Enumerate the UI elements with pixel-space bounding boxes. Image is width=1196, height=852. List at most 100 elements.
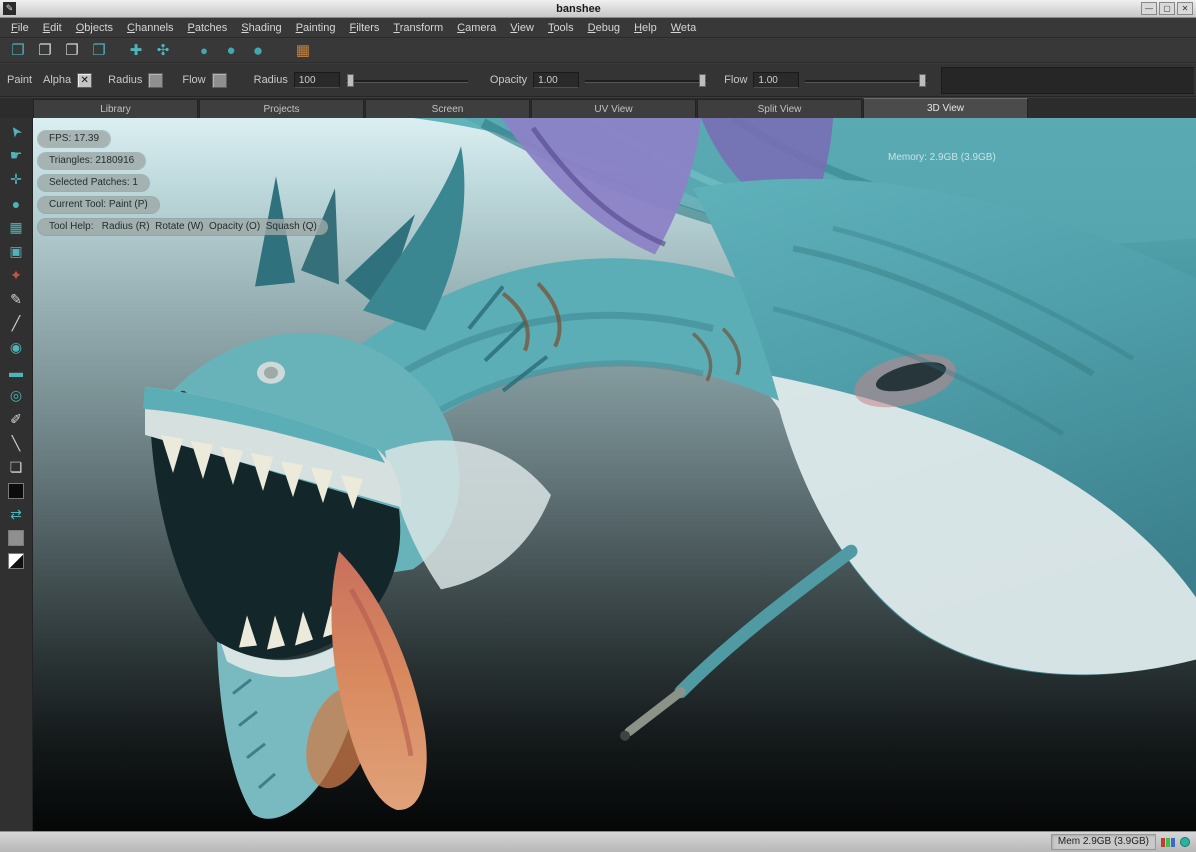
tab-library[interactable]: Library — [33, 99, 198, 118]
brush-preset-3-icon[interactable]: ● — [248, 41, 268, 61]
swap-colors-icon-glyph: ⇄ — [10, 506, 22, 523]
radius-input[interactable] — [294, 72, 340, 88]
rect-brush-tool-icon[interactable]: ▬ — [4, 360, 28, 383]
save-project-icon[interactable]: ❐ — [62, 41, 82, 61]
background-color-swatch[interactable] — [8, 530, 24, 546]
radius-slider-handle[interactable] — [347, 74, 354, 87]
active-tool-label: Paint — [0, 74, 37, 86]
menu-patches[interactable]: Patches — [181, 20, 235, 36]
hud-tool-help: Tool Help: Radius (R) Rotate (W) Opacity… — [38, 219, 328, 235]
patch-select-tool-icon[interactable]: ▣ — [4, 240, 28, 263]
pencil-tool-icon[interactable]: ✎ — [4, 288, 28, 311]
menu-filters[interactable]: Filters — [342, 20, 386, 36]
menu-help[interactable]: Help — [627, 20, 664, 36]
menu-shading[interactable]: Shading — [234, 20, 288, 36]
paintbar-filler — [941, 67, 1194, 94]
tab-projects[interactable]: Projects — [199, 99, 364, 118]
hud-triangles: Triangles: 2180916 — [38, 153, 145, 169]
status-indicator-dot — [1180, 837, 1190, 847]
flow-slider[interactable] — [805, 74, 927, 87]
hud-selected-patches: Selected Patches: 1 — [38, 175, 149, 191]
line-tool-icon-glyph: ╱ — [12, 315, 20, 332]
radius-stylus-toggle[interactable] — [148, 73, 163, 88]
tab-uv-view[interactable]: UV View — [531, 99, 696, 118]
radius-label: Radius — [254, 74, 288, 86]
pan-tool-icon-glyph: ☛ — [10, 147, 23, 164]
pin-tool-icon-glyph: ✦ — [10, 267, 22, 284]
menubar: FileEditObjectsChannelsPatchesShadingPai… — [0, 18, 1196, 38]
ring-brush-tool-icon[interactable]: ◎ — [4, 384, 28, 407]
opacity-slider-handle[interactable] — [699, 74, 706, 87]
tab-split-view[interactable]: Split View — [697, 99, 862, 118]
menu-painting[interactable]: Painting — [289, 20, 343, 36]
menu-tools[interactable]: Tools — [541, 20, 581, 36]
eyedropper-tool-icon[interactable]: ✐ — [4, 408, 28, 431]
hud-current-tool: Current Tool: Paint (P) — [38, 197, 159, 213]
patch-select-tool-icon-glyph: ▣ — [9, 243, 22, 260]
flow-label: Flow — [724, 74, 747, 86]
menu-file[interactable]: File — [4, 20, 36, 36]
swap-colors-icon[interactable]: ⇄ — [4, 503, 28, 526]
opacity-slider[interactable] — [585, 74, 707, 87]
pencil-tool-icon-glyph: ✎ — [10, 291, 22, 308]
alpha-check-mark: ✕ — [80, 75, 88, 86]
menu-weta[interactable]: Weta — [664, 20, 703, 36]
pose-rig-icon[interactable]: ✣ — [153, 41, 173, 61]
import-image-icon[interactable]: ❐ — [89, 41, 109, 61]
view-tabbar: LibraryProjectsScreenUV ViewSplit View3D… — [0, 98, 1196, 118]
titlebar[interactable]: ✎ banshee — ▢ ✕ — [0, 0, 1196, 18]
plug-node-icon[interactable]: ✚ — [126, 41, 146, 61]
dot-brush-tool-icon-glyph: ◉ — [10, 339, 22, 356]
move-tool-icon[interactable]: ✛ — [4, 168, 28, 191]
measure-tool-icon[interactable]: ╲ — [4, 432, 28, 455]
new-project-icon[interactable]: ❐ — [8, 41, 28, 61]
dot-brush-tool-icon[interactable]: ◉ — [4, 336, 28, 359]
grid-warp-tool-icon[interactable]: ▦ — [4, 216, 28, 239]
menu-objects[interactable]: Objects — [69, 20, 120, 36]
application-window: ✎ banshee — ▢ ✕ FileEditObjectsChannelsP… — [0, 0, 1196, 852]
brush-preset-1-icon[interactable]: ● — [194, 41, 214, 61]
tab-3d-view[interactable]: 3D View — [863, 98, 1028, 118]
maximize-button[interactable]: ▢ — [1159, 2, 1175, 15]
pin-tool-icon[interactable]: ✦ — [4, 264, 28, 287]
menu-edit[interactable]: Edit — [36, 20, 69, 36]
transform-tool-icon[interactable]: ❏ — [4, 456, 28, 479]
menu-transform[interactable]: Transform — [386, 20, 450, 36]
radius-slider[interactable] — [346, 74, 468, 87]
alpha-checkbox[interactable]: ✕ — [77, 73, 92, 88]
paint-drop-tool-icon[interactable]: ● — [4, 192, 28, 215]
statusbar: Mem 2.9GB (3.9GB) — [0, 831, 1196, 852]
viewport-3d[interactable]: FPS: 17.39Triangles: 2180916Selected Pat… — [33, 118, 1196, 831]
menu-view[interactable]: View — [503, 20, 541, 36]
line-tool-icon[interactable]: ╱ — [4, 312, 28, 335]
brush-preset-2-icon[interactable]: ● — [221, 41, 241, 61]
opacity-input[interactable] — [533, 72, 579, 88]
fg-bg-color-swatch[interactable] — [8, 553, 24, 569]
grid-warp-tool-icon-glyph: ▦ — [9, 219, 22, 236]
flow-slider-handle[interactable] — [919, 74, 926, 87]
open-project-icon[interactable]: ❐ — [35, 41, 55, 61]
flow-input[interactable] — [753, 72, 799, 88]
rgb-channels-icon[interactable] — [1161, 838, 1175, 847]
eyedropper-tool-icon-glyph: ✐ — [10, 411, 22, 428]
viewport-hud: FPS: 17.39Triangles: 2180916Selected Pat… — [38, 131, 328, 235]
measure-tool-icon-glyph: ╲ — [12, 435, 20, 452]
window-controls: — ▢ ✕ — [1141, 2, 1193, 15]
memory-status: Mem 2.9GB (3.9GB) — [1051, 834, 1156, 850]
minimize-button[interactable]: — — [1141, 2, 1157, 15]
app-icon: ✎ — [3, 2, 16, 15]
pan-tool-icon[interactable]: ☛ — [4, 144, 28, 167]
select-tool-icon[interactable]: ➤ — [4, 120, 28, 143]
flow-stylus-toggle[interactable] — [212, 73, 227, 88]
memory-hud: Memory: 2.9GB (3.9GB) — [888, 152, 996, 163]
menu-channels[interactable]: Channels — [120, 20, 181, 36]
main-toolbar: ❐ ❐ ❐ ❐ ✚ ✣ ● ● ● ▦ — [0, 39, 1196, 63]
menu-debug[interactable]: Debug — [581, 20, 627, 36]
tab-screen[interactable]: Screen — [365, 99, 530, 118]
close-button[interactable]: ✕ — [1177, 2, 1193, 15]
color-grid-icon[interactable]: ▦ — [293, 41, 313, 61]
alpha-label: Alpha — [43, 74, 71, 86]
opacity-label: Opacity — [490, 74, 527, 86]
foreground-color-swatch[interactable] — [8, 483, 24, 499]
menu-camera[interactable]: Camera — [450, 20, 503, 36]
